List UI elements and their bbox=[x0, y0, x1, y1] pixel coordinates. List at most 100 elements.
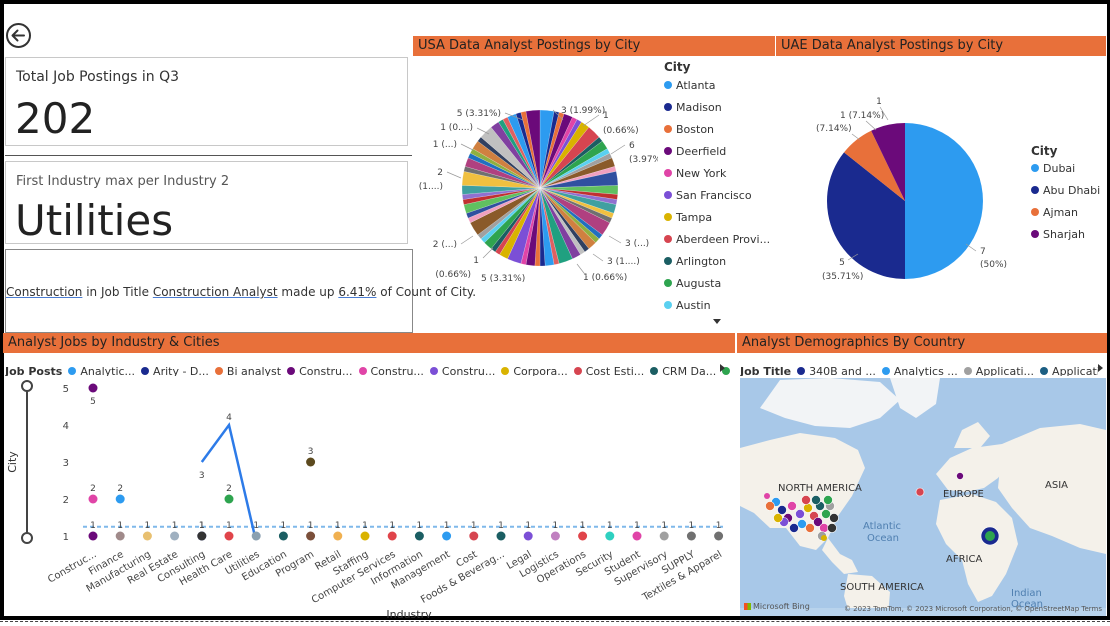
scatter-point[interactable] bbox=[414, 531, 424, 541]
scatter-point[interactable] bbox=[88, 494, 98, 504]
map-legend-item[interactable]: Applicati... bbox=[963, 365, 1034, 376]
map-data-bubble[interactable] bbox=[829, 513, 839, 523]
uae-legend-item[interactable]: Dubai bbox=[1031, 162, 1075, 175]
map-data-bubble[interactable] bbox=[795, 509, 805, 519]
chevron-down-icon[interactable] bbox=[712, 318, 722, 325]
map-data-bubble[interactable] bbox=[805, 523, 815, 533]
scatter-point[interactable] bbox=[306, 531, 316, 541]
uae-pie-chart[interactable]: 1 1 (7.14%) (7.14%) 7 (50%) 5 (35.71%) bbox=[776, 58, 1026, 330]
map-data-bubble[interactable] bbox=[789, 523, 799, 533]
slider-handle-bottom[interactable] bbox=[21, 532, 33, 544]
map-attribution[interactable]: © 2023 TomTom, © 2023 Microsoft Corporat… bbox=[844, 605, 1102, 613]
scatter-point[interactable] bbox=[170, 531, 180, 541]
scatter-point[interactable] bbox=[115, 531, 125, 541]
legend-marker-icon bbox=[664, 257, 672, 265]
scatter-point[interactable] bbox=[224, 494, 234, 504]
map-data-bubble[interactable] bbox=[819, 523, 829, 533]
industry-legend-item[interactable]: Constru... bbox=[358, 365, 424, 376]
industry-legend-item[interactable]: Corpora... bbox=[501, 365, 568, 376]
kpi-industry-value: Utilities bbox=[15, 196, 174, 245]
scatter-point[interactable] bbox=[605, 531, 615, 541]
map-data-bubble[interactable] bbox=[787, 501, 797, 511]
map-data-bubble[interactable] bbox=[765, 501, 775, 511]
legend-marker-icon bbox=[1031, 230, 1039, 238]
scatter-point[interactable] bbox=[714, 531, 724, 541]
industry-legend-item[interactable]: Cost Esti... bbox=[573, 365, 644, 376]
map-data-bubble[interactable] bbox=[821, 509, 831, 519]
point-data-label: 1 bbox=[716, 521, 722, 531]
map-view[interactable]: NORTH AMERICA EUROPE ASIA AFRICA SOUTH A… bbox=[740, 378, 1106, 616]
usa-legend-item[interactable]: Tampa bbox=[664, 211, 712, 224]
industry-scatter-chart[interactable]: City12345Construc...FinanceManufacturing… bbox=[3, 376, 735, 618]
industry-legend-item[interactable]: Arity - D... bbox=[141, 365, 209, 376]
industry-legend-item[interactable]: CRM Da... bbox=[650, 365, 716, 376]
scatter-point[interactable] bbox=[686, 531, 696, 541]
slider-handle-top[interactable] bbox=[21, 380, 33, 392]
point-data-label: 1 bbox=[145, 521, 151, 531]
map-legend-item[interactable]: Applicati... bbox=[1040, 365, 1098, 376]
scatter-point[interactable] bbox=[360, 531, 370, 541]
map-data-bubble[interactable] bbox=[777, 505, 787, 515]
legend-marker-icon bbox=[287, 367, 296, 375]
map-legend-item[interactable]: 340B and ... bbox=[797, 365, 876, 376]
usa-legend-item[interactable]: Boston bbox=[664, 123, 714, 136]
scatter-point[interactable] bbox=[550, 531, 560, 541]
usa-legend-item[interactable]: Augusta bbox=[664, 277, 721, 290]
usa-pie-chart[interactable]: 3 (1.99%)1(0.66%)6(3.97%)5 (3.31%)1 (0..… bbox=[413, 58, 658, 330]
scatter-point[interactable] bbox=[333, 531, 343, 541]
usa-legend-item[interactable]: Madison bbox=[664, 101, 722, 114]
map-data-bubble[interactable] bbox=[915, 487, 925, 497]
map-data-bubble[interactable] bbox=[821, 535, 827, 541]
usa-legend-item[interactable]: Deerfield bbox=[664, 145, 726, 158]
usa-legend-item[interactable]: Aberdeen Provi... bbox=[664, 233, 770, 246]
scatter-point[interactable] bbox=[496, 531, 506, 541]
map-data-bubble[interactable] bbox=[764, 493, 770, 499]
map-legend-item[interactable]: Analytics ... bbox=[881, 365, 958, 376]
scatter-point[interactable] bbox=[523, 531, 533, 541]
scatter-point[interactable] bbox=[387, 531, 397, 541]
point-data-label: 3 bbox=[308, 447, 314, 457]
usa-legend-item[interactable]: San Francisco bbox=[664, 189, 752, 202]
usa-legend-item[interactable]: Austin bbox=[664, 299, 711, 312]
trend-line-series[interactable] bbox=[200, 422, 257, 537]
scatter-point[interactable] bbox=[578, 531, 588, 541]
uae-legend-item[interactable]: Abu Dhabi bbox=[1031, 184, 1100, 197]
back-arrow-icon[interactable] bbox=[5, 22, 32, 49]
industry-legend-label: Constru... bbox=[441, 365, 496, 376]
scatter-point[interactable] bbox=[88, 383, 98, 393]
map-data-bubble[interactable] bbox=[801, 495, 811, 505]
map-data-bubble[interactable] bbox=[827, 523, 837, 533]
map-legend-next-icon[interactable] bbox=[1097, 363, 1104, 373]
map-data-bubble[interactable] bbox=[773, 513, 783, 523]
industry-legend-item[interactable]: Constru... bbox=[429, 365, 496, 376]
map-data-bubble[interactable] bbox=[811, 495, 821, 505]
map-data-bubble[interactable] bbox=[797, 519, 807, 529]
scatter-point[interactable] bbox=[142, 531, 152, 541]
industry-legend-item[interactable]: Constru... bbox=[287, 365, 353, 376]
usa-legend-item[interactable]: Arlington bbox=[664, 255, 726, 268]
scatter-point[interactable] bbox=[632, 531, 642, 541]
usa-legend-item[interactable]: Atlanta bbox=[664, 79, 715, 92]
map-data-bubble[interactable] bbox=[803, 503, 813, 513]
scatter-point[interactable] bbox=[278, 531, 288, 541]
uae-legend-item[interactable]: Ajman bbox=[1031, 206, 1078, 219]
scatter-point[interactable] bbox=[442, 531, 452, 541]
map-data-bubble[interactable] bbox=[823, 495, 833, 505]
uae-pie-slice[interactable] bbox=[905, 123, 983, 279]
scatter-point[interactable] bbox=[469, 531, 479, 541]
scatter-point[interactable] bbox=[115, 494, 125, 504]
scatter-point[interactable] bbox=[197, 531, 207, 541]
scatter-point[interactable] bbox=[251, 531, 261, 541]
industry-legend-items: Analytic... Arity - D... Bi analyst Constru… bbox=[68, 360, 730, 376]
map-data-bubble[interactable] bbox=[956, 472, 964, 480]
industry-legend-item[interactable]: Bi analyst bbox=[214, 365, 281, 376]
scatter-point[interactable] bbox=[224, 531, 234, 541]
scatter-point[interactable] bbox=[88, 531, 98, 541]
scatter-point[interactable] bbox=[659, 531, 669, 541]
usa-legend-label: Arlington bbox=[676, 255, 727, 268]
usa-legend-item[interactable]: New York bbox=[664, 167, 726, 180]
industry-legend-item[interactable]: Analytic... bbox=[68, 365, 135, 376]
scatter-point[interactable] bbox=[306, 457, 316, 467]
legend-next-arrow-icon[interactable] bbox=[719, 363, 726, 373]
uae-legend-item[interactable]: Sharjah bbox=[1031, 228, 1085, 241]
